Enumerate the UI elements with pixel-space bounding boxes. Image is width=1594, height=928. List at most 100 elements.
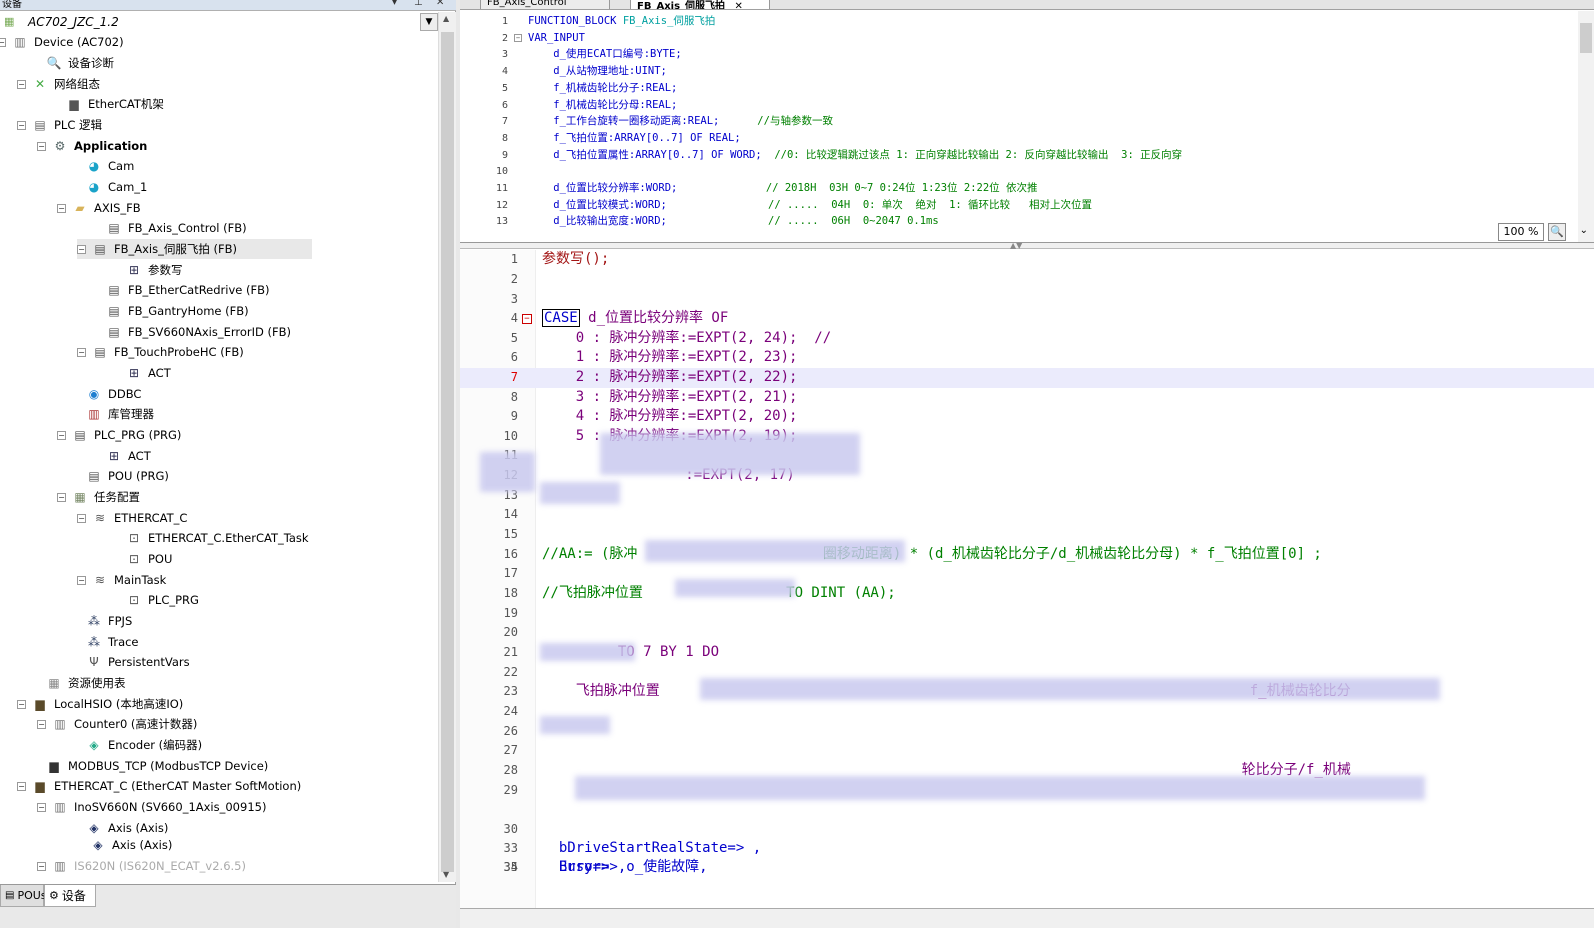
tree-node[interactable]: − ▥ InoSV660N (SV660_1Axis_00915) [37,797,268,817]
tree-node[interactable]: ⊞ ACT [111,363,173,383]
scroll-down-icon[interactable]: ▼ [443,870,449,879]
code-line[interactable]: 26 [460,722,1594,742]
expand-toggle-icon[interactable]: − [37,802,46,812]
code-line[interactable]: 14 [460,505,1594,525]
tree-node[interactable]: ◈ Axis (Axis) [75,835,174,855]
close-icon[interactable]: ✕ [436,0,444,8]
tree-node[interactable]: ◕ Cam_1 [71,177,149,197]
tree-node[interactable]: ⊡ PLC_PRG [111,590,201,610]
expand-toggle-icon[interactable]: − [57,492,66,502]
code-line[interactable]: 24 [460,702,1594,722]
tree-node[interactable]: ⁂ FPJS [71,611,134,631]
tree-node[interactable]: − ≋ MainTask [77,570,168,590]
tree-node[interactable]: ▥ 库管理器 [71,404,156,424]
fold-toggle-icon[interactable]: − [514,33,522,42]
tree-node[interactable]: ▦ 资源使用表 [31,673,128,693]
tree-node[interactable]: ▤ FB_EtherCatRedrive (FB) [91,280,272,300]
zoom-level[interactable]: 100 % [1498,223,1544,241]
tree-node[interactable]: − ▤ FB_TouchProbeHC (FB) [77,342,246,362]
tab-devices[interactable]: ⚙ 设备 [44,885,96,907]
scroll-up-icon[interactable]: ▲ [443,14,449,23]
expand-toggle-icon[interactable]: − [57,430,66,440]
fold-toggle-icon[interactable]: − [522,314,532,324]
code-line[interactable]: 19 [460,604,1594,624]
tree-node[interactable]: ▆ MODBUS_TCP (ModbusTCP Device) [31,756,270,776]
expand-toggle-icon[interactable]: − [77,347,86,357]
tree-node[interactable]: ⊡ ETHERCAT_C.EtherCAT_Task [111,528,311,548]
expand-toggle-icon[interactable]: − [37,861,46,871]
code-line[interactable]: 3 [460,290,1594,310]
code-line[interactable]: 4− CASE d_位置比较分辨率 OF [460,309,1594,329]
tab-pous[interactable]: ▤ POUs [0,885,47,907]
expand-toggle-icon[interactable]: − [57,203,66,213]
declaration-line[interactable]: 9 d_飞拍位置属性:ARRAY[0..7] OF WORD; //0: 比较逻… [460,147,1550,164]
tree-node[interactable]: ▤ FB_Axis_Control (FB) [91,218,249,238]
tree-node[interactable]: − ✕ 网络组态 [17,74,102,94]
implementation-editor[interactable]: 1 参数写(); 2 3 4− CASE d_位置比较分辨率 OF 5 0 : 脉冲分辨率:… [460,250,1594,908]
tree-node[interactable]: − ▆ ETHERCAT_C (EtherCAT Master SoftMotion… [17,776,303,796]
declaration-line[interactable]: 11 d_位置比较分辨率:WORD; // 2018H 03H 0~7 0:24… [460,180,1550,197]
tree-node[interactable]: ⁂ Trace [71,632,141,652]
tree-node[interactable]: ▆ EtherCAT机架 [51,94,166,114]
tab-fb-axis-flyshot[interactable]: FB_Axis_伺服飞拍 ✕ [630,0,770,9]
tree-node[interactable]: − ▤ PLC 逻辑 [17,115,104,135]
code-line[interactable]: 6 1 : 脉冲分辨率:=EXPT(2, 23); [460,348,1594,368]
project-selector[interactable]: ▦ AC702_JZC_1.2 ▼ [0,12,438,32]
chevron-down-icon[interactable]: ⌄ [1580,225,1588,236]
expand-toggle-icon[interactable]: − [0,37,6,47]
declaration-line[interactable]: 6 f_机械齿轮比分母:REAL; [460,97,1550,114]
expand-toggle-icon[interactable]: − [77,244,86,254]
declaration-line[interactable]: 12 d_位置比较模式:WORD; // ..... 04H 0: 单次 绝对 … [460,197,1550,214]
declaration-line[interactable]: 2− VAR_INPUT [460,30,1550,47]
tree-node[interactable]: ⊞ 参数写 [111,260,185,280]
code-line[interactable]: 13 [460,486,1594,506]
tab-fb-axis-control[interactable]: FB_Axis_Control [480,0,610,9]
pin-icon[interactable]: ⊥ [414,0,423,8]
expand-toggle-icon[interactable]: − [17,79,26,89]
tree-node[interactable]: ▤ POU (PRG) [71,466,171,486]
code-line[interactable]: 20 [460,623,1594,643]
code-line[interactable]: 1 参数写(); [460,250,1594,270]
expand-toggle-icon[interactable]: − [17,781,26,791]
tree-node[interactable]: ▤ FB_GantryHome (FB) [91,301,251,321]
tree-node[interactable]: − ▥ Counter0 (高速计数器) [37,714,199,734]
code-line[interactable]: 7 2 : 脉冲分辨率:=EXPT(2, 22); [460,368,1594,388]
code-line[interactable]: 8 3 : 脉冲分辨率:=EXPT(2, 21); [460,388,1594,408]
code-line[interactable]: 5 0 : 脉冲分辨率:=EXPT(2, 24); // [460,329,1594,349]
zoom-icon[interactable]: 🔍 [1548,223,1566,241]
tree-node[interactable]: ◕ Cam [71,156,136,176]
code-line[interactable]: 16//AA:= (脉冲 圈移动距离) * (d_机械齿轮比分子/d_机械齿轮比… [460,545,1594,565]
tree-node[interactable]: − ▤ PLC_PRG (PRG) [57,425,183,445]
code-line[interactable]: 30 [460,820,1594,840]
tree-node[interactable]: ◈ Encoder (编码器) [71,735,204,755]
scroll-thumb[interactable] [1580,23,1592,53]
tree-node[interactable]: − ▰ AXIS_FB [57,198,143,218]
expand-toggle-icon[interactable]: − [17,699,26,709]
tree-node[interactable]: − ▥ IS620N (IS620N_ECAT_v2.6.5) [37,856,248,876]
tree-node[interactable]: − ▦ 任务配置 [57,487,142,507]
tree-node[interactable]: − ▆ LocalHSIO (本地高速IO) [17,694,185,714]
code-line[interactable]: 27 [460,741,1594,761]
code-line[interactable]: 33 bDriveStartRealState=> , [460,839,1594,859]
tree-node[interactable]: ⊡ POU [111,549,174,569]
scroll-thumb[interactable] [441,32,454,872]
declaration-line[interactable]: 3 d_使用ECAT口编号:BYTE; [460,46,1550,63]
declaration-editor[interactable]: 1 FUNCTION_BLOCK FB_Axis_伺服飞拍 2− VAR_INPUT 3… [460,11,1594,243]
declaration-line[interactable]: 13 d_比较输出宽度:WORD; // ..... 06H 0~2047 0.… [460,213,1550,230]
declaration-line[interactable]: 1 FUNCTION_BLOCK FB_Axis_伺服飞拍 [460,13,1550,30]
expand-toggle-icon[interactable]: − [37,141,46,151]
tree-node[interactable]: − ▥ Device (AC702) [0,32,126,52]
tree-node[interactable]: − ⚙ Application [37,136,149,156]
code-line[interactable]: 9 4 : 脉冲分辨率:=EXPT(2, 20); [460,407,1594,427]
declaration-line[interactable]: 8 f_飞拍位置:ARRAY[0..7] OF REAL; [460,130,1550,147]
declaration-line[interactable]: 4 d_从站物理地址:UINT; [460,63,1550,80]
code-line[interactable]: 15 [460,525,1594,545]
tree-node[interactable]: ⊞ ACT [91,446,153,466]
expand-toggle-icon[interactable]: − [17,120,26,130]
dropdown-arrow-icon[interactable]: ▾ [392,0,397,8]
tree-scrollbar[interactable]: ▲ ▼ [438,12,456,882]
declaration-line[interactable]: 7 f_工作台旋转一圈移动距离:REAL; //与轴参数一致 [460,113,1550,130]
tree-node[interactable]: − ≋ ETHERCAT_C [77,508,189,528]
tree-node[interactable]: − ▤ FB_Axis_伺服飞拍 (FB) [77,239,312,259]
code-line[interactable]: 18//飞拍脉冲位置 TO DINT (AA); [460,584,1594,604]
